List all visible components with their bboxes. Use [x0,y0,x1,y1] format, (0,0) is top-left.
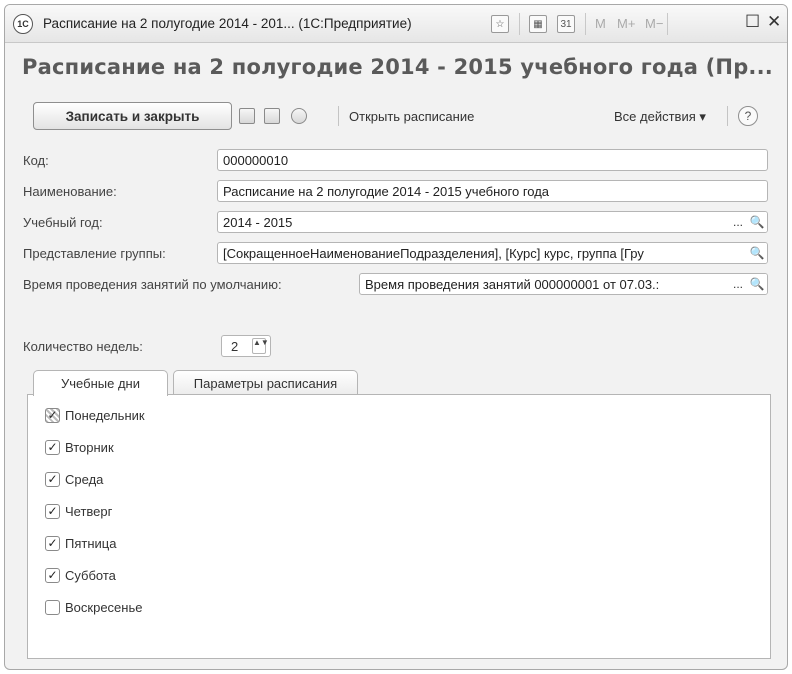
day-label: Пятница [65,535,117,551]
title-bar: 1С Расписание на 2 полугодие 2014 - 201.… [5,5,787,43]
day-label: Среда [65,471,104,487]
save-icon[interactable] [239,108,255,124]
name-label: Наименование: [23,184,117,199]
title-separator [519,13,520,35]
tab-schedule-parameters[interactable]: Параметры расписания [173,370,358,395]
copy-icon[interactable] [264,108,280,124]
checkbox[interactable]: ✓ [45,535,60,551]
open-schedule-button[interactable]: Открыть расписание [349,109,474,124]
save-and-close-button[interactable]: Записать и закрыть [33,102,232,130]
lesson-time-field[interactable]: Время проведения занятий 000000001 от 07… [359,273,768,295]
memory-plus-button[interactable]: M+ [617,16,635,31]
lesson-time-value: Время проведения занятий 000000001 от 07… [365,277,660,292]
study-days-panel: ✓ Понедельник ✓ Вторник ✓ Среда ✓ Четвер… [27,394,771,659]
calculator-icon[interactable]: ▦ [529,15,547,33]
checkbox[interactable]: ✓ [45,567,60,583]
day-row-wednesday[interactable]: ✓ Среда [45,469,103,489]
favorites-icon[interactable]: ☆ [491,15,509,33]
day-row-tuesday[interactable]: ✓ Вторник [45,437,114,457]
code-field[interactable]: 000000010 [217,149,768,171]
app-logo-icon[interactable]: 1С [13,14,33,34]
search-icon[interactable]: 🔍 [747,243,767,263]
day-label: Вторник [65,439,114,455]
checkbox[interactable] [45,599,60,615]
memory-button[interactable]: M [595,16,606,31]
print-icon[interactable] [291,108,307,124]
group-view-value: [СокращенноеНаименованиеПодразделения], … [223,246,644,261]
day-label: Понедельник [65,407,145,423]
spin-arrows-icon[interactable]: ▲▼ [252,338,269,354]
day-row-saturday[interactable]: ✓ Суббота [45,565,116,585]
code-label: Код: [23,153,49,168]
group-view-field[interactable]: [СокращенноеНаименованиеПодразделения], … [217,242,768,264]
checkbox[interactable]: ✓ [45,407,60,423]
name-field[interactable]: Расписание на 2 полугодие 2014 - 2015 уч… [217,180,768,202]
checkbox[interactable]: ✓ [45,503,60,519]
lesson-time-label: Время проведения занятий по умолчанию: [23,277,282,292]
toolbar-separator [727,106,728,126]
checkbox[interactable]: ✓ [45,471,60,487]
title-separator [667,13,668,35]
schedule-window: 1С Расписание на 2 полугодие 2014 - 201.… [4,4,788,670]
year-field[interactable]: 2014 - 2015 ... 🔍 [217,211,768,233]
close-icon[interactable]: ✕ [767,12,781,32]
help-icon[interactable]: ? [738,106,758,126]
weeks-stepper[interactable]: 2 ▲▼ [221,335,271,357]
day-label: Суббота [65,567,116,583]
form-heading: Расписание на 2 полугодие 2014 - 2015 уч… [22,55,773,79]
day-row-monday[interactable]: ✓ Понедельник [45,405,145,425]
weeks-label: Количество недель: [23,339,143,354]
checkbox[interactable]: ✓ [45,439,60,455]
tab-study-days[interactable]: Учебные дни [33,370,168,396]
all-actions-menu[interactable]: Все действия ▾ [614,109,706,125]
select-button[interactable]: ... [728,212,748,232]
year-value: 2014 - 2015 [223,215,293,230]
day-label: Воскресенье [65,599,143,615]
search-icon[interactable]: 🔍 [747,212,767,232]
day-row-sunday[interactable]: Воскресенье [45,597,142,617]
toolbar-separator [338,106,339,126]
calendar-icon[interactable]: 31 [557,15,575,33]
day-row-thursday[interactable]: ✓ Четверг [45,501,112,521]
weeks-value: 2 [231,339,239,354]
day-label: Четверг [65,503,113,519]
window-title: Расписание на 2 полугодие 2014 - 201... … [43,16,412,31]
group-view-label: Представление группы: [23,246,166,261]
title-separator [585,13,586,35]
day-row-friday[interactable]: ✓ Пятница [45,533,116,553]
memory-minus-button[interactable]: M− [645,16,663,31]
year-label: Учебный год: [23,215,103,230]
search-icon[interactable]: 🔍 [747,274,767,294]
maximize-icon[interactable]: ☐ [745,12,760,32]
select-button[interactable]: ... [728,274,748,294]
